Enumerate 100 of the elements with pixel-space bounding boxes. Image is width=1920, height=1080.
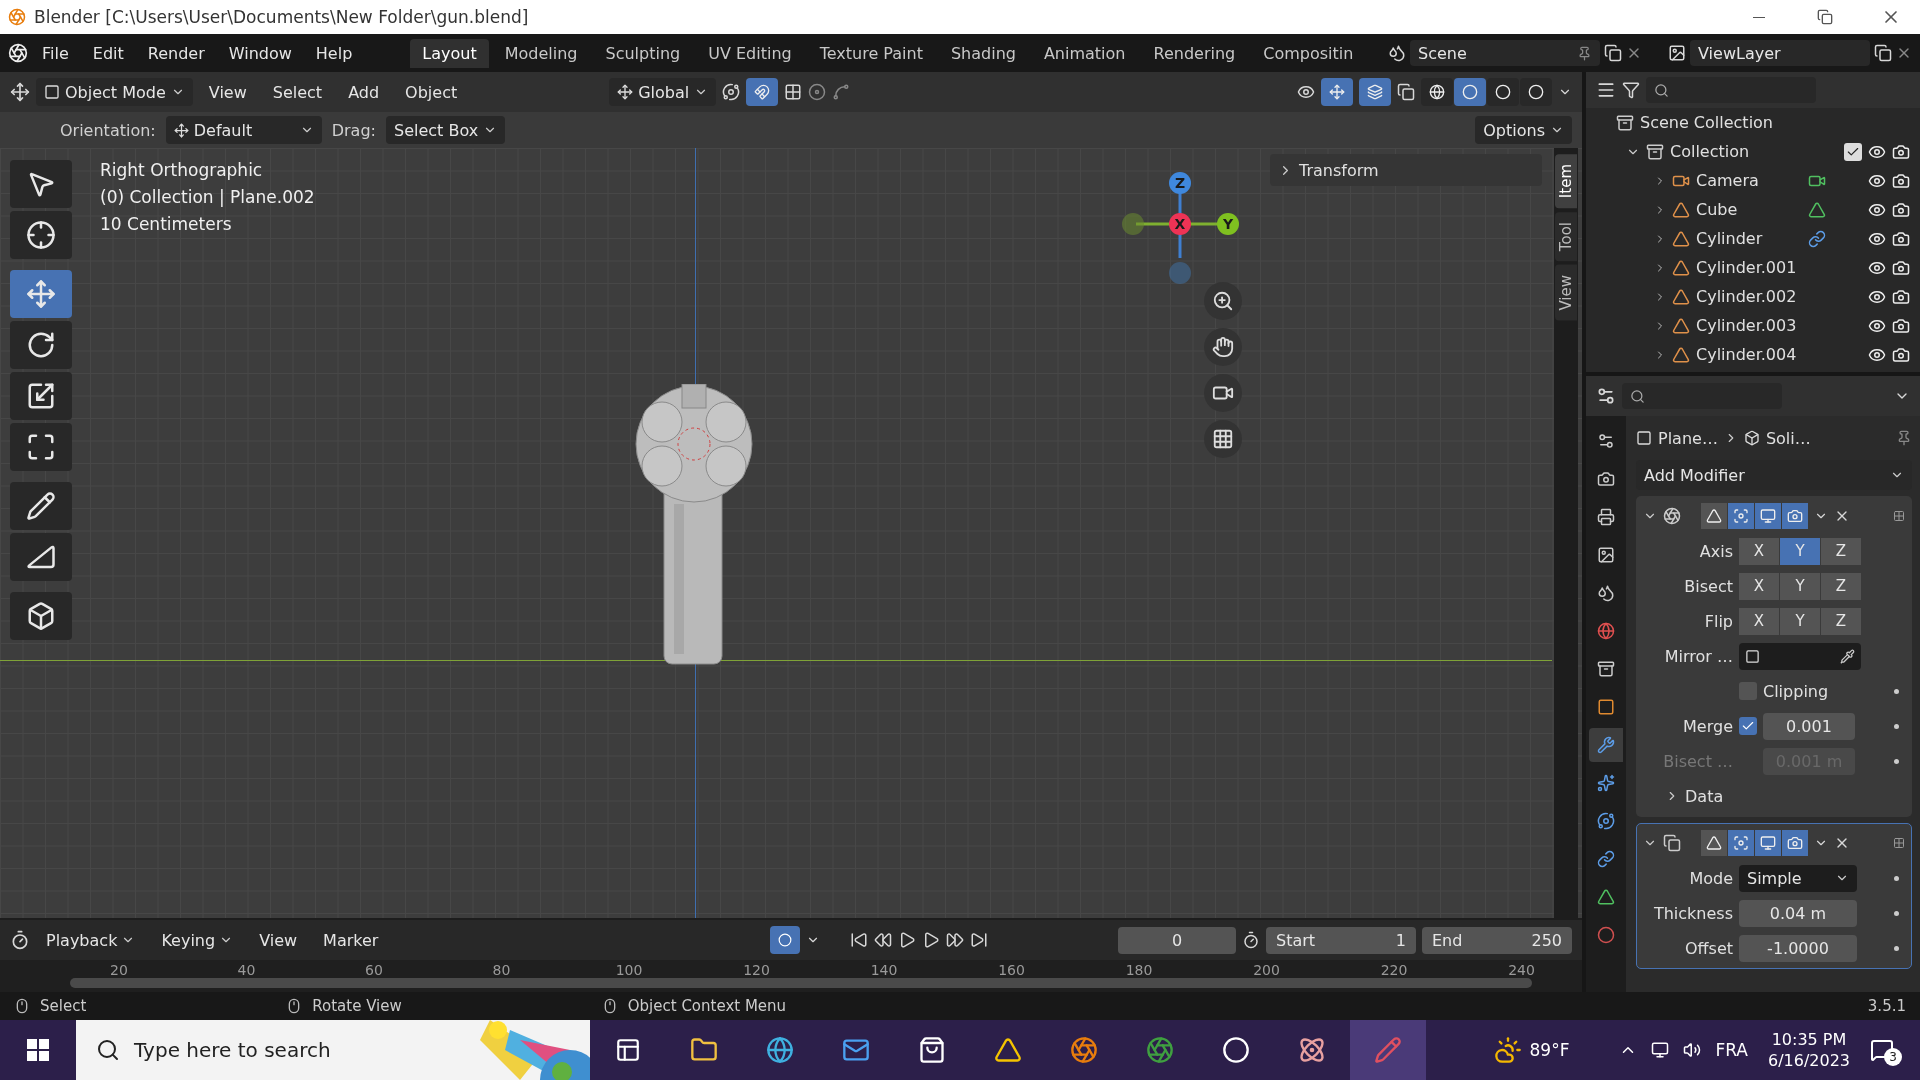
property-label: Bisect … [1662,751,1733,771]
outliner-item[interactable]: Cylinder [1696,229,1802,248]
sidebar-tab[interactable]: Tool [1555,212,1577,262]
z-axis-handle[interactable]: Z [1169,172,1191,194]
outliner-item[interactable]: Collection [1670,142,1838,161]
orientation-dropdown[interactable]: Global [609,78,717,106]
menu-item[interactable]: Help [305,39,363,67]
frame-tick-label: 60 [365,962,383,978]
end-frame-field[interactable]: End 250 [1422,926,1572,954]
mode-dropdown[interactable]: Object Mode [36,78,193,106]
add-modifier-dropdown[interactable]: Add Modifier [1636,460,1912,490]
frame-tick-label: 220 [1380,962,1408,978]
frame-tick-label: 180 [1125,962,1153,978]
clock-time: 10:35 PM [1771,1030,1847,1049]
x-axis-handle[interactable]: X [1169,213,1191,235]
axis-toggle[interactable]: X [1739,537,1779,565]
number-field[interactable]: -1.0000 [1739,934,1857,962]
menu-item[interactable]: File [32,39,79,67]
options-dropdown[interactable]: Options [1475,116,1572,144]
menu-item[interactable]: View [249,926,308,954]
outliner-item[interactable]: Cylinder.001 [1696,258,1826,277]
frame-tick-label: 200 [1253,962,1280,978]
axis-toggle[interactable]: X [1739,607,1779,635]
property-label: Mirror … [1663,646,1733,666]
workspace-tab[interactable]: UV Editing [696,38,804,68]
frame-tick-label: 160 [998,962,1025,978]
clock-date: 6/16/2023 [1767,1051,1850,1070]
axis-toggle[interactable]: X [1739,572,1779,600]
sidebar-tab[interactable]: View [1555,265,1577,321]
axis-toggle[interactable]: Y [1780,607,1820,635]
workspace-tab[interactable]: Layout [410,38,489,68]
status-hint: Object Context Menu [627,997,787,1015]
scene-field[interactable]: Scene [1410,40,1600,66]
breadcrumb-item[interactable]: Plane… [1658,428,1718,448]
breadcrumb-item[interactable]: Soli… [1765,428,1811,448]
workspace-tab[interactable]: Modeling [492,38,590,68]
menu-item[interactable]: Keying [151,926,244,954]
frame-tick-label: 140 [870,962,898,978]
weather-text: 89°F [1529,1040,1570,1060]
viewport-info-text: Right Orthographic [100,160,264,180]
frame-tick-label: 100 [615,962,643,978]
property-label: Flip [1703,611,1733,631]
axis-toggle[interactable]: Z [1821,607,1861,635]
status-hint: Rotate View [312,997,402,1015]
subpanel-title[interactable]: Data [1685,786,1724,806]
property-label: Bisect [1683,576,1733,596]
transform-panel-header[interactable]: Transform [1270,154,1542,186]
sidebar-tab[interactable]: Item [1555,154,1577,209]
workspace-tab[interactable]: Rendering [1141,38,1248,68]
menu-item[interactable]: View [198,78,257,106]
outliner-item[interactable]: Camera [1696,171,1802,190]
axis-toggle[interactable]: Z [1821,537,1861,565]
checkbox-label: Clipping [1763,681,1829,701]
scene-collection-label[interactable]: Scene Collection [1640,113,1910,132]
view-layer-field[interactable]: ViewLayer [1690,40,1870,66]
outliner-item[interactable]: Cylinder.002 [1696,287,1826,306]
start-frame-field[interactable]: Start 1 [1266,926,1416,954]
property-label: Thickness [1652,903,1733,923]
outliner-item[interactable]: Cube [1696,200,1802,219]
outliner-item[interactable]: Cylinder.004 [1696,345,1826,364]
property-label: Offset [1683,938,1733,958]
menu-item[interactable]: Playback [36,926,146,954]
current-frame-field[interactable]: 0 [1118,926,1236,954]
menu-item[interactable]: Edit [82,39,134,67]
menu-item[interactable]: Window [218,39,302,67]
transform-orientation-dropdown[interactable]: Default [165,116,322,144]
orientation-label: Orientation: [60,120,156,140]
panel-title: Transform [1299,160,1379,180]
status-hint: Select [40,997,87,1015]
menu-item[interactable]: Marker [313,926,389,954]
axis-toggle[interactable]: Y [1780,572,1820,600]
property-label: Mode [1688,868,1733,888]
outliner-item[interactable]: Cylinder.003 [1696,316,1826,335]
workspace-tab[interactable]: Texture Paint [807,38,935,68]
menu-item[interactable]: Select [262,78,333,106]
property-label: Axis [1698,541,1733,561]
drag-dropdown[interactable]: Select Box [385,116,506,144]
frame-tick-label: 20 [110,962,128,978]
property-label: Merge [1682,716,1733,736]
workspace-tab[interactable]: Animation [1031,38,1138,68]
workspace-tab[interactable]: Shading [938,38,1028,68]
menu-item[interactable]: Render [137,39,215,67]
mode-dropdown[interactable]: Simple [1739,864,1857,892]
viewport-info-text: 10 Centimeters [100,214,233,234]
workspace-tab[interactable]: Compositin [1251,38,1366,68]
number-field[interactable]: 0.04 m [1739,899,1857,927]
merge-distance-field[interactable]: 0.001 [1763,712,1855,740]
window-title: Blender [C:\Users\User\Documents\New Folder\gun.blend] [34,7,530,27]
y-axis-handle[interactable]: Y [1217,213,1239,235]
menu-item[interactable]: Object [395,78,468,106]
taskbar-search-field[interactable]: Type here to search [76,1020,590,1080]
menu-item[interactable]: Add [338,78,390,106]
axis-toggle[interactable]: Y [1780,537,1820,565]
drag-label: Drag: [331,120,376,140]
frame-tick-label: 80 [492,962,511,978]
language-indicator[interactable]: FRA [1715,1040,1748,1060]
axis-toggle[interactable]: Z [1821,572,1861,600]
frame-tick-label: 120 [743,962,770,978]
version-text: 3.5.1 [1867,997,1906,1015]
workspace-tab[interactable]: Sculpting [593,38,693,68]
